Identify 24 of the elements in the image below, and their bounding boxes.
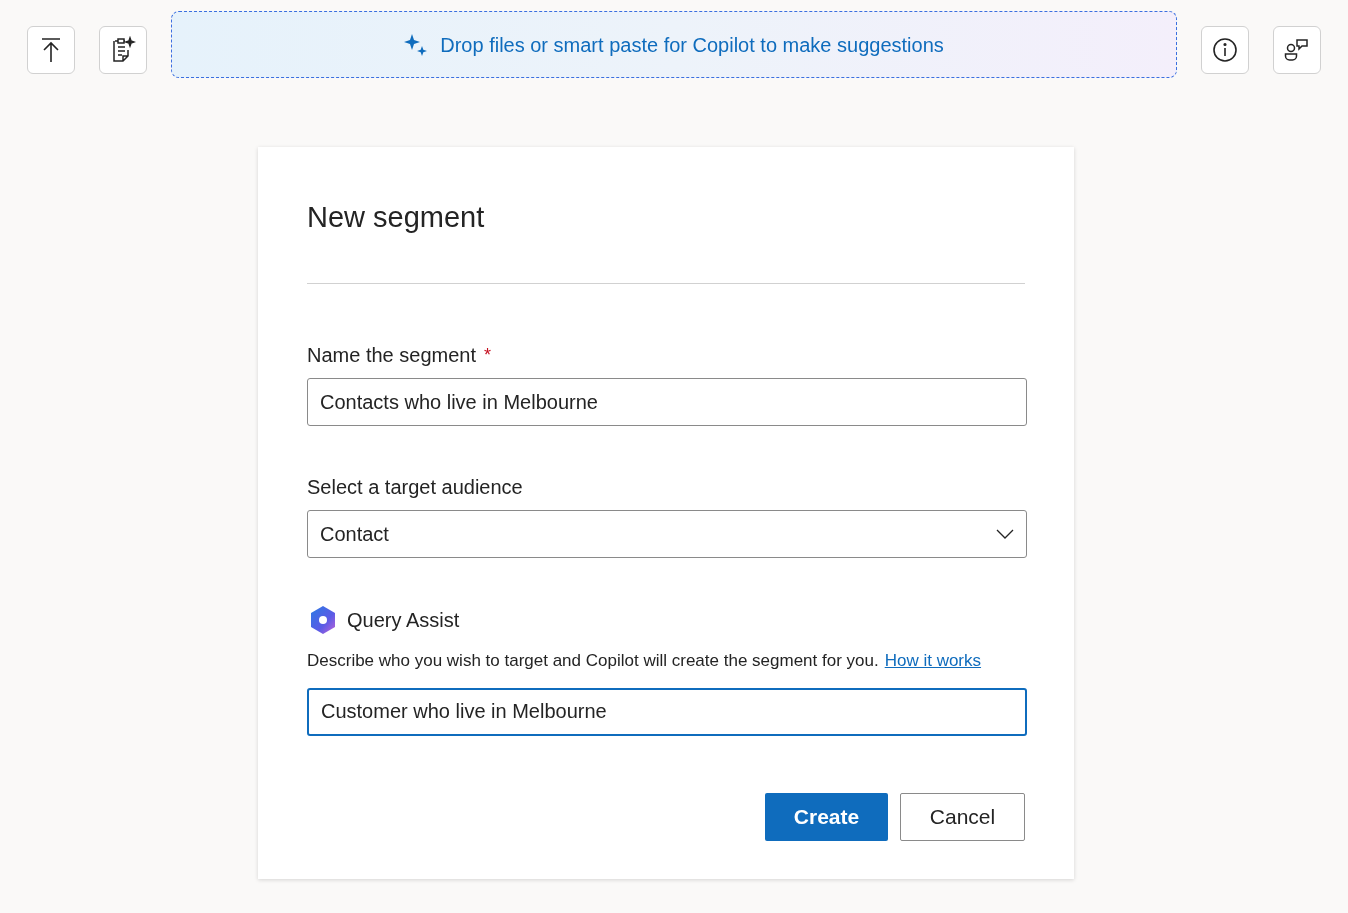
arrow-up-to-line-icon [40, 36, 62, 63]
field-label: Select a target audience [307, 475, 524, 500]
clipboard-sparkle-button[interactable] [99, 25, 147, 74]
cancel-button[interactable]: Cancel [900, 792, 1025, 841]
field-label: Name the segment [307, 343, 476, 368]
drop-zone[interactable]: Drop files or smart paste for Copilot to make suggestions [171, 11, 1177, 78]
audience-dropdown[interactable]: Contact [307, 510, 1027, 558]
clipboard-sparkle-icon [110, 35, 136, 64]
info-button[interactable] [1201, 25, 1249, 74]
chevron-down-icon [996, 529, 1014, 539]
query-input-field[interactable]: Customer who live in Melbourne [307, 687, 1027, 736]
upload-icon-button[interactable] [27, 25, 75, 74]
how-it-works-link[interactable]: How it works [884, 648, 982, 674]
info-icon [1212, 36, 1238, 63]
person-chat-icon [1284, 36, 1310, 63]
form-title: New segment [307, 200, 486, 235]
drop-zone-label: Drop files or smart paste for Copilot to make suggestions [440, 32, 944, 58]
query-assist-title: Query Assist [347, 608, 460, 633]
sparkle-icon [404, 32, 429, 57]
name-input-field[interactable]: Contacts who live in Melbourne [307, 378, 1027, 426]
create-button[interactable]: Create [765, 792, 888, 841]
required-mark: * [484, 343, 491, 367]
person-feedback-button[interactable] [1273, 25, 1321, 74]
description-text: Describe who you wish to target and Copilot will create the segment for you. [307, 650, 879, 672]
